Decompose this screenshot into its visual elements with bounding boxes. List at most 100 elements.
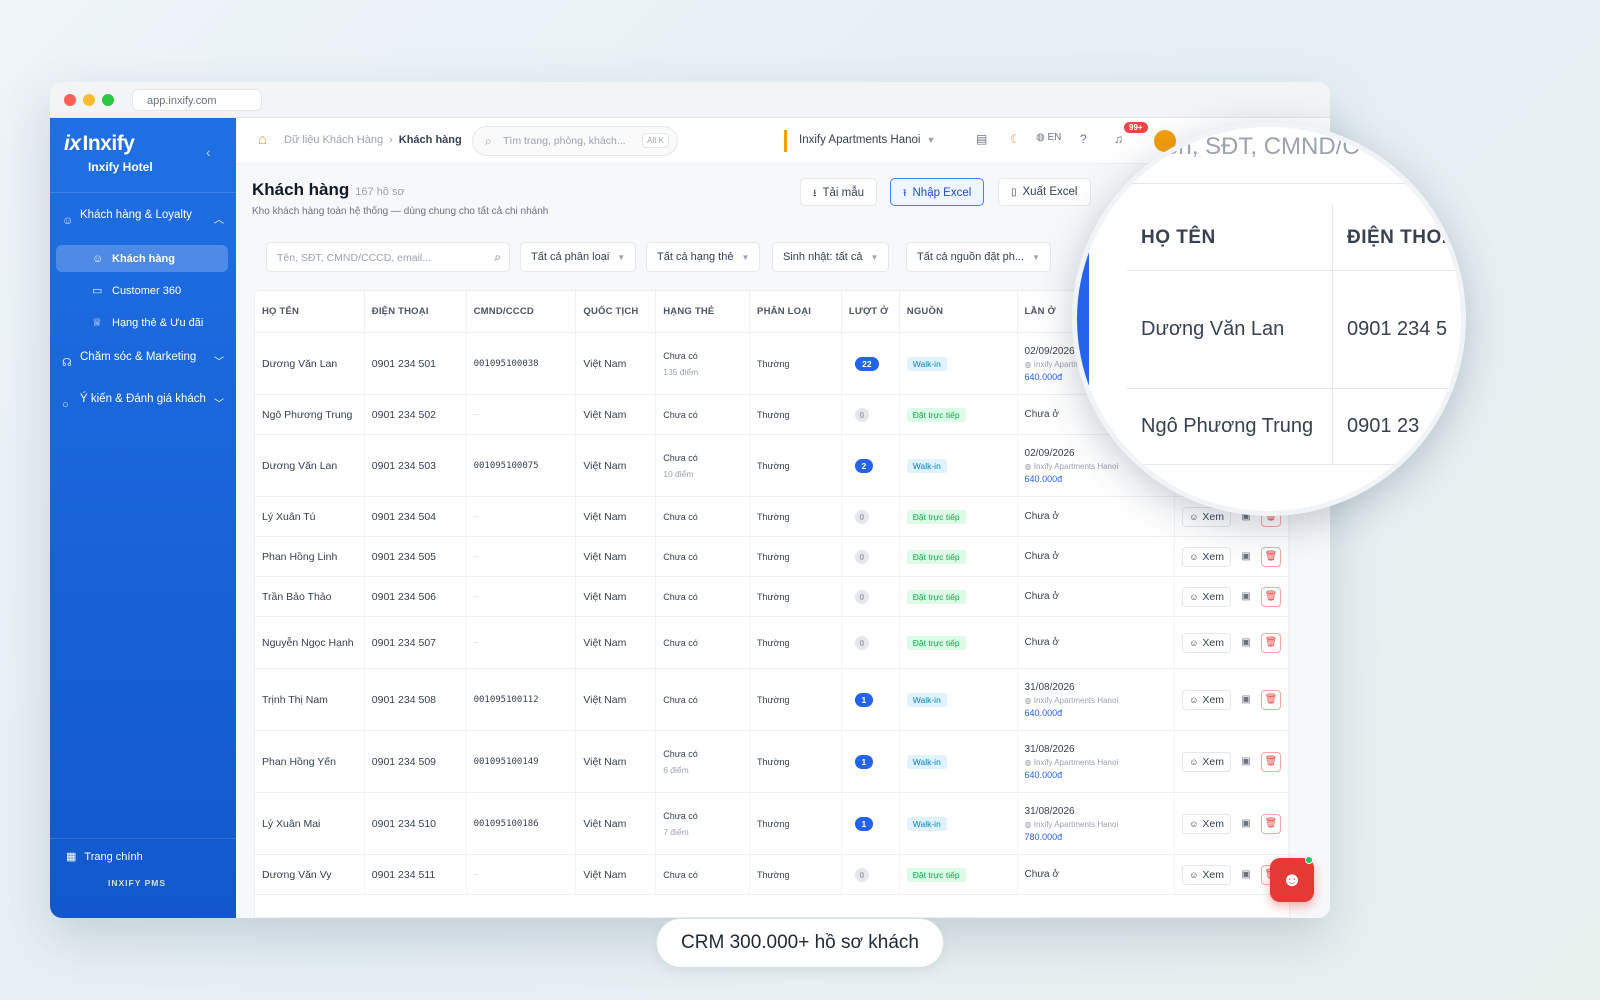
global-search-input[interactable]: ⌕ Tìm trang, phòng, khách... Alt K [472, 126, 678, 156]
phone: 0901 234 508 [371, 693, 437, 706]
nationality: Việt Nam [583, 550, 627, 563]
nationality: Việt Nam [583, 868, 627, 881]
sidebar-item-khach-hang[interactable]: ☺ Khách hàng [56, 245, 228, 272]
table-row[interactable]: Dương Văn Vy 0901 234 511 — Việt Nam Chưa có… [255, 855, 1289, 895]
id-number: — [473, 591, 479, 602]
sidebar-item-customer-360[interactable]: ▭ Customer 360 [56, 277, 228, 304]
view-button[interactable]: ☺Xem [1182, 586, 1232, 607]
classification: Thường [757, 694, 790, 705]
column-header[interactable]: HỌ TÊN [255, 291, 365, 332]
view-button[interactable]: ☺Xem [1182, 751, 1232, 772]
user-icon: ☺ [92, 252, 104, 265]
last-stay-date: 31/08/2026 [1024, 681, 1075, 693]
classification-filter[interactable]: Tất cả phân loại ▼ [520, 242, 637, 272]
edit-icon[interactable]: ▣ [1237, 866, 1255, 884]
column-header[interactable]: CMND/CCCD [467, 291, 577, 332]
last-stay-price: 640.000đ [1024, 473, 1063, 484]
column-header[interactable]: ĐIỆN THOẠI [365, 291, 467, 332]
table-row[interactable]: Lý Xuân Tú 0901 234 504 — Việt Nam Chưa có Th… [255, 497, 1289, 537]
view-button[interactable]: ☺Xem [1182, 813, 1232, 834]
collapse-sidebar-icon[interactable]: ‹ [206, 144, 211, 160]
delete-icon[interactable]: 🗑 [1261, 632, 1282, 653]
page-title: Khách hàng [252, 180, 350, 199]
delete-icon[interactable]: 🗑 [1261, 689, 1282, 710]
edit-icon[interactable]: ▣ [1237, 588, 1255, 606]
last-stay-date: Chưa ở [1024, 869, 1059, 880]
chatbot-button[interactable]: ☻ [1270, 858, 1314, 902]
sidebar-home-link[interactable]: ▦ Trang chính [66, 850, 151, 863]
table-row[interactable]: Lý Xuân Mai 0901 234 510 001095100186 Việt … [255, 793, 1289, 855]
magnified-table: HỌ TÊN ĐIỆN THO. Dương Văn Lan 0901 234 … [1127, 205, 1461, 465]
table-row[interactable]: Phan Hồng Linh 0901 234 505 — Việt Nam Chưa … [255, 537, 1289, 577]
export-excel-button[interactable]: ▯ Xuất Excel [998, 178, 1091, 206]
customer-name[interactable]: Dương Văn Vy [262, 869, 357, 881]
last-stay-price: 780.000đ [1024, 831, 1063, 842]
user-icon: ☺ [1189, 694, 1199, 705]
address-bar[interactable]: app.inxify.com [132, 89, 262, 111]
customer-name[interactable]: Phan Hồng Yến [262, 756, 357, 768]
sidebar-group-marketing[interactable]: ☊ Chăm sóc & Marketing ﹀ [62, 350, 228, 370]
branch-selector[interactable]: Inxify Apartments Hanoi ▼ [784, 130, 935, 152]
sidebar-group-feedback[interactable]: ○ Ý kiến & Đánh giá khách ﹀ [62, 392, 228, 412]
layout-icon[interactable]: ▤ [976, 132, 987, 146]
sidebar-item-hang-the[interactable]: ♕ Hạng thẻ & Ưu đãi [56, 309, 228, 336]
logo-mark: ix [64, 132, 81, 155]
home-icon[interactable]: ⌂ [258, 131, 267, 148]
birthday-filter[interactable]: Sinh nhật: tất cả ▼ [772, 242, 890, 272]
view-button[interactable]: ☺Xem [1182, 546, 1232, 567]
delete-icon[interactable]: 🗑 [1261, 586, 1282, 607]
sidebar-group-loyalty[interactable]: ☺ Khách hàng & Loyalty ︿ [62, 208, 228, 228]
column-header[interactable]: PHÂN LOẠI [750, 291, 842, 332]
minimize-window-button[interactable] [83, 94, 95, 106]
customer-name[interactable]: Dương Văn Lan [262, 460, 357, 472]
tier-filter[interactable]: Tất cả hạng thẻ ▼ [646, 242, 761, 272]
source-filter[interactable]: Tất cả nguồn đặt ph... ▼ [906, 242, 1051, 272]
customer-name[interactable]: Ngô Phương Trung [262, 409, 357, 421]
source-badge: Đặt trực tiếp [906, 509, 966, 524]
table-row[interactable]: Phan Hồng Yến 0901 234 509 001095100149 Việ… [255, 731, 1289, 793]
maximize-window-button[interactable] [102, 94, 114, 106]
delete-icon[interactable]: 🗑 [1261, 813, 1282, 834]
customer-name[interactable]: Phan Hồng Linh [262, 551, 357, 563]
bell-icon[interactable]: ♫ [1114, 132, 1123, 146]
download-template-button[interactable]: ⭳ Tải mẫu [800, 178, 878, 206]
customer-name[interactable]: Trịnh Thị Nam [262, 694, 357, 706]
last-stay-date: 31/08/2026 [1024, 805, 1075, 817]
robot-icon: ☻ [1281, 869, 1303, 891]
chevron-down-icon: ▼ [1032, 253, 1040, 262]
edit-icon[interactable]: ▣ [1237, 815, 1255, 833]
close-window-button[interactable] [64, 94, 76, 106]
edit-icon[interactable]: ▣ [1237, 634, 1255, 652]
edit-icon[interactable]: ▣ [1237, 548, 1255, 566]
edit-icon[interactable]: ▣ [1237, 691, 1255, 709]
column-header[interactable]: LƯỢT Ở [842, 291, 900, 332]
customer-name[interactable]: Trần Bảo Thảo [262, 591, 357, 603]
customer-name[interactable]: Nguyễn Ngọc Hạnh [262, 637, 357, 649]
view-button[interactable]: ☺Xem [1182, 864, 1232, 885]
magnified-sidebar-edge [1077, 237, 1089, 407]
import-excel-button[interactable]: ⭱ Nhập Excel [890, 178, 985, 206]
moon-icon[interactable]: ☾ [1010, 132, 1021, 146]
column-header[interactable]: NGUỒN [900, 291, 1018, 332]
customer-name[interactable]: Lý Xuân Mai [262, 818, 357, 830]
table-row[interactable]: Trần Bảo Thảo 0901 234 506 — Việt Nam Chưa c… [255, 577, 1289, 617]
customer-name[interactable]: Dương Văn Lan [262, 358, 357, 370]
edit-icon[interactable]: ▣ [1237, 753, 1255, 771]
column-header[interactable]: QUỐC TỊCH [576, 291, 657, 332]
customer-name[interactable]: Lý Xuân Tú [262, 511, 357, 523]
phone: 0901 234 506 [371, 590, 437, 603]
source-badge: Walk-in [906, 692, 947, 707]
table-row[interactable]: Trịnh Thị Nam 0901 234 508 001095100112 Việ… [255, 669, 1289, 731]
language-switch[interactable]: ◍ EN [1036, 132, 1061, 143]
view-button[interactable]: ☺Xem [1182, 689, 1232, 710]
table-row[interactable]: Nguyễn Ngọc Hạnh 0901 234 507 — Việt Nam Chư… [255, 617, 1289, 669]
column-header[interactable]: HẠNG THẺ [656, 291, 751, 332]
breadcrumb-parent[interactable]: Dữ liệu Khách Hàng [284, 134, 383, 146]
customer-search-input[interactable]: Tên, SĐT, CMND/CCCD, email... ⌕ [266, 242, 510, 272]
chevron-down-icon: ▼ [926, 135, 936, 145]
view-button[interactable]: ☺Xem [1182, 632, 1232, 653]
delete-icon[interactable]: 🗑 [1261, 751, 1282, 772]
nationality: Việt Nam [583, 408, 627, 421]
help-icon[interactable]: ? [1080, 132, 1087, 146]
delete-icon[interactable]: 🗑 [1261, 546, 1282, 567]
